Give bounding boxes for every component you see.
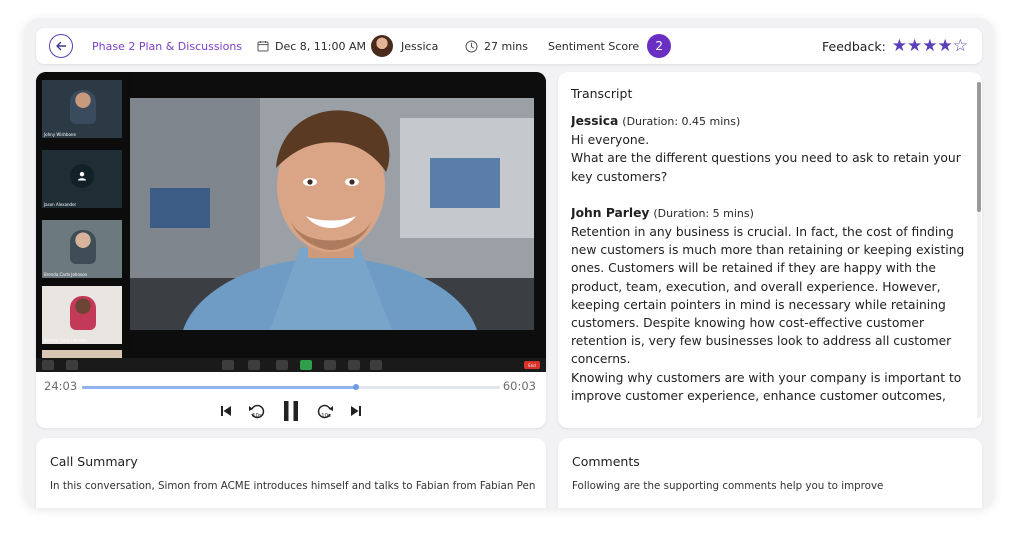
progress-fill <box>82 386 356 389</box>
call-duration-text: 27 mins <box>484 39 528 53</box>
skip-previous-icon <box>221 406 231 416</box>
participant-strip: Johny Wishbone Jason Alexander Brenda Ca… <box>36 72 130 358</box>
forward-label: 10s <box>321 413 331 419</box>
transcript-line: Knowing why customers are with your comp… <box>571 370 962 403</box>
call-title[interactable]: Phase 2 Plan & Discussions <box>92 28 242 64</box>
call-user: Jessica <box>371 28 438 64</box>
transcript-body[interactable]: Jessica (Duration: 0.45 mins) Hi everyon… <box>571 112 967 422</box>
rewind-label: 10s <box>252 413 262 419</box>
video-player: Johny Wishbone Jason Alexander Brenda Ca… <box>36 72 546 428</box>
call-date: Dec 8, 11:00 AM <box>257 28 366 64</box>
transcript-scrollbar[interactable] <box>977 82 981 418</box>
participants-button[interactable] <box>248 360 260 370</box>
video-area[interactable]: Johny Wishbone Jason Alexander Brenda Ca… <box>36 72 546 372</box>
calendar-icon <box>257 40 269 52</box>
pause-icon <box>284 401 298 421</box>
transcript-line: Hi everyone. <box>571 133 650 148</box>
call-duration: 27 mins <box>465 28 528 64</box>
reactions-button[interactable] <box>348 360 360 370</box>
participant-tile[interactable]: Jason Alexander <box>42 150 122 208</box>
back-button[interactable] <box>49 34 73 58</box>
participant-name: Johny Wishbone <box>44 132 76 137</box>
avatar <box>371 35 393 57</box>
call-review-app: Phase 2 Plan & Discussions Dec 8, 11:00 … <box>24 18 994 508</box>
speaker-frame <box>130 98 534 330</box>
speaker-name: John Parley <box>571 205 650 220</box>
chat-button[interactable] <box>276 360 288 370</box>
speaker-duration: (Duration: 0.45 mins) <box>622 115 741 128</box>
skip-next-icon <box>351 406 361 416</box>
speaker-name: Jessica <box>571 114 619 128</box>
participant-name: Jason Alexander <box>44 202 77 207</box>
participant-tile[interactable]: Brenda Carla Johnson <box>42 220 122 278</box>
participant-tile[interactable]: Brenda Carla Johnson <box>42 286 122 344</box>
timeline: 24:03 60:03 <box>36 377 546 395</box>
feedback: Feedback: ★★★★☆ <box>822 28 968 64</box>
next-button[interactable] <box>346 398 366 424</box>
speaker-duration: (Duration: 5 mins) <box>653 206 754 220</box>
transcript-line: What are the different questions you nee… <box>571 151 961 184</box>
end-call-button[interactable]: End <box>524 361 540 369</box>
user-icon <box>70 164 94 188</box>
forward-10-button[interactable]: 10s <box>314 398 336 424</box>
previous-button[interactable] <box>216 398 236 424</box>
apps-button[interactable] <box>370 360 382 370</box>
clock-icon <box>465 40 478 53</box>
call-summary-panel: Call Summary In this conversation, Simon… <box>36 438 546 508</box>
current-time: 24:03 <box>44 379 78 393</box>
security-button[interactable] <box>222 360 234 370</box>
playback-controls: 10s 10s <box>36 398 546 424</box>
record-button[interactable] <box>324 360 336 370</box>
main-speaker-video <box>130 72 546 358</box>
feedback-stars[interactable]: ★★★★☆ <box>892 37 968 55</box>
arrow-left-icon <box>56 41 67 51</box>
mute-button[interactable] <box>42 360 54 370</box>
comments-panel: Comments Following are the supporting co… <box>558 438 982 508</box>
meeting-toolbar: End <box>36 358 546 372</box>
rewind-10-button[interactable]: 10s <box>246 398 268 424</box>
share-screen-button[interactable] <box>300 360 312 370</box>
feedback-label: Feedback: <box>822 38 886 54</box>
sentiment-score: Sentiment Score 2 <box>548 28 672 64</box>
participant-tile[interactable] <box>42 350 122 358</box>
transcript-entry: Jessica (Duration: 0.45 mins) Hi everyon… <box>571 112 967 186</box>
user-name: Jessica <box>401 39 439 53</box>
rewind-icon: 10s <box>249 404 265 419</box>
sentiment-score-badge: 2 <box>647 34 672 58</box>
call-summary-text: In this conversation, Simon from ACME in… <box>50 480 536 492</box>
participant-video <box>70 230 96 264</box>
call-header: Phase 2 Plan & Discussions Dec 8, 11:00 … <box>36 28 982 64</box>
transcript-panel: Transcript Jessica (Duration: 0.45 mins)… <box>558 72 982 428</box>
participant-name: Brenda Carla Johnson <box>44 338 88 343</box>
progress-handle[interactable] <box>352 384 359 390</box>
progress-bar[interactable] <box>82 384 500 390</box>
call-date-text: Dec 8, 11:00 AM <box>275 39 366 53</box>
comments-text: Following are the supporting comments he… <box>572 480 884 492</box>
comments-title: Comments <box>572 454 640 469</box>
speaker-image <box>130 98 534 330</box>
scrollbar-thumb[interactable] <box>977 82 981 212</box>
call-summary-title: Call Summary <box>50 454 138 469</box>
stop-video-button[interactable] <box>66 360 78 370</box>
transcript-line: Retention in any business is crucial. In… <box>571 225 965 367</box>
participant-video <box>70 90 96 124</box>
sentiment-label: Sentiment Score <box>548 39 640 53</box>
transcript-title: Transcript <box>571 86 633 101</box>
pause-button[interactable] <box>280 398 302 424</box>
participant-name: Brenda Carla Johnson <box>44 272 88 277</box>
fast-forward-icon: 10s <box>317 404 333 419</box>
total-time: 60:03 <box>502 379 536 393</box>
participant-video <box>70 296 96 330</box>
participant-tile[interactable]: Johny Wishbone <box>42 80 122 138</box>
transcript-entry: John Parley (Duration: 5 mins) Retention… <box>571 204 967 405</box>
